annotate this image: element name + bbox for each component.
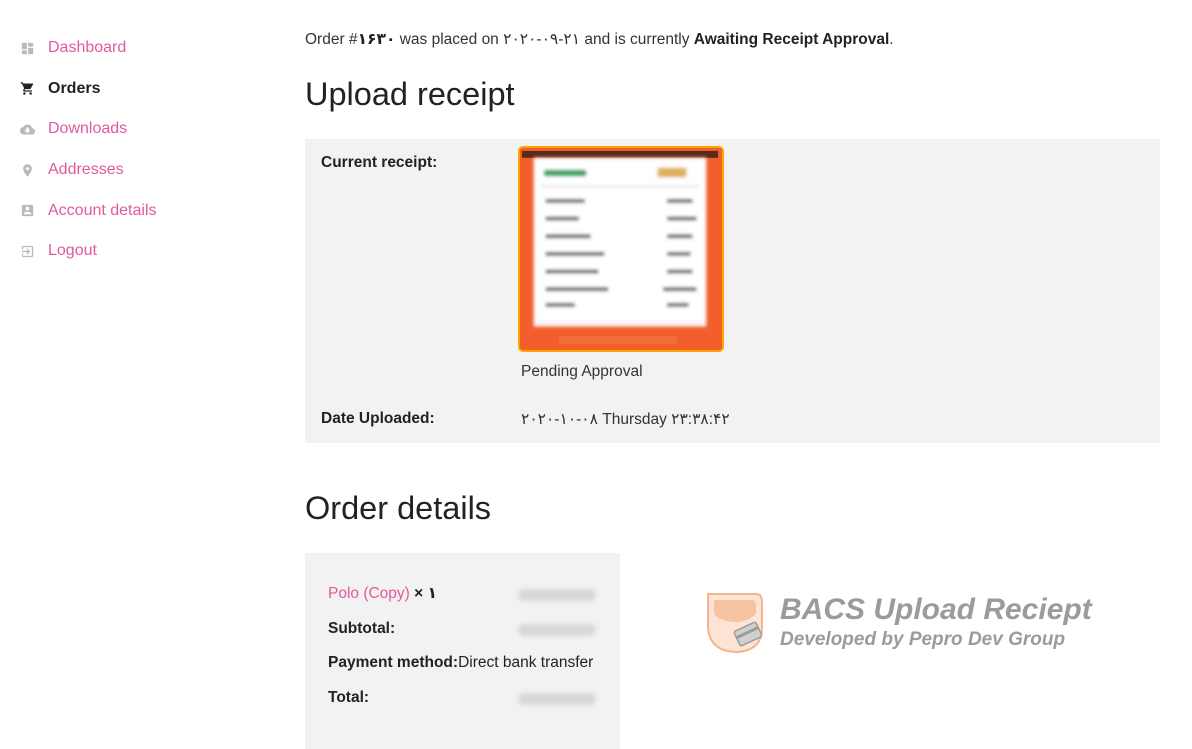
cart-icon xyxy=(20,81,35,96)
receipt-panel: Current receipt: Pending Approval Date U… xyxy=(305,139,1160,443)
promo-title: BACS Upload Reciept xyxy=(780,593,1092,626)
total-value-blurred xyxy=(518,693,596,705)
sidebar-item-logout[interactable]: Logout xyxy=(20,231,240,272)
upload-receipt-heading: Upload receipt xyxy=(305,76,515,112)
subtotal-value-blurred xyxy=(518,624,596,636)
account-icon xyxy=(20,203,35,218)
promo-subtitle: Developed by Pepro Dev Group xyxy=(780,629,1066,650)
order-number: ۱۶۳۰ xyxy=(357,31,396,48)
sidebar-item-label: Account details xyxy=(48,201,157,219)
sidebar-item-dashboard[interactable]: Dashboard xyxy=(20,28,240,69)
current-receipt-label: Current receipt: xyxy=(321,154,438,171)
logout-icon xyxy=(20,244,35,259)
order-status: Awaiting Receipt Approval xyxy=(693,31,890,48)
cloud-download-icon xyxy=(20,122,35,137)
product-price-blurred xyxy=(518,589,596,601)
sidebar-item-account-details[interactable]: Account details xyxy=(20,190,240,231)
order-status-text: and is currently xyxy=(580,31,694,48)
receipt-thumbnail-graphic xyxy=(520,148,722,350)
order-details-heading: Order details xyxy=(305,490,492,526)
payment-method-value: Direct bank transfer xyxy=(458,654,594,671)
total-row: Total: xyxy=(328,689,369,707)
order-placed-text: was placed on xyxy=(395,31,504,48)
total-label: Total: xyxy=(328,689,370,706)
sidebar-item-addresses[interactable]: Addresses xyxy=(20,150,240,191)
payment-method-row: Payment method:Direct bank transfer xyxy=(328,654,593,672)
sidebar-item-label: Downloads xyxy=(48,120,128,138)
product-link[interactable]: Polo (Copy) xyxy=(328,585,410,602)
order-date: ۲۰۲۰-۰۹-۲۱ xyxy=(503,31,581,48)
sidebar-item-orders[interactable]: Orders xyxy=(20,69,240,110)
order-details-panel: Polo (Copy) × ۱ Subtotal: Payment method… xyxy=(305,553,620,749)
dashboard-icon xyxy=(20,41,35,56)
receipt-upload-logo-icon xyxy=(707,593,763,654)
sidebar-item-label: Addresses xyxy=(48,161,124,179)
sidebar-item-label: Dashboard xyxy=(48,39,127,57)
order-summary: Order #۱۶۳۰ was placed on ۲۰۲۰-۰۹-۲۱ and… xyxy=(305,30,894,49)
date-uploaded-label: Date Uploaded: xyxy=(321,410,435,427)
subtotal-label: Subtotal: xyxy=(328,620,396,637)
plugin-promo-watermark: BACS Upload Reciept Developed by Pepro D… xyxy=(700,588,1120,658)
account-navigation: Dashboard Orders Downloads Addresses Acc… xyxy=(20,28,240,272)
subtotal-row: Subtotal: xyxy=(328,620,395,638)
order-suffix: . xyxy=(889,31,894,48)
date-uploaded-value: ۲۰۲۰-۱۰-۰۸ Thursday ۲۳:۳۸:۴۲ xyxy=(521,411,730,428)
product-quantity: × ۱ xyxy=(409,585,437,602)
sidebar-item-label: Logout xyxy=(48,242,97,260)
sidebar-item-label: Orders xyxy=(48,79,101,97)
order-item-row: Polo (Copy) × ۱ xyxy=(328,584,437,603)
receipt-status: Pending Approval xyxy=(521,363,643,380)
location-pin-icon xyxy=(20,163,35,178)
order-prefix: Order # xyxy=(305,31,358,48)
payment-method-label: Payment method: xyxy=(328,654,459,671)
sidebar-item-downloads[interactable]: Downloads xyxy=(20,109,240,150)
receipt-image[interactable] xyxy=(518,146,724,352)
